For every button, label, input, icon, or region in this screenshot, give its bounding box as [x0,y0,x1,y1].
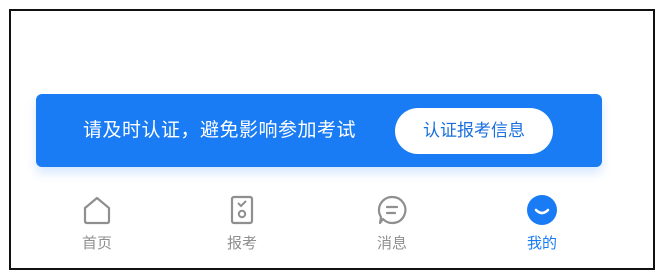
verify-registration-button[interactable]: 认证报考信息 [395,108,553,154]
profile-icon [527,195,557,225]
tab-registration[interactable]: 报考 [202,193,282,263]
verification-banner: 请及时认证，避免影响参加考试 认证报考信息 [36,94,602,167]
exam-form-icon [230,195,254,225]
home-icon [83,196,111,225]
screen-frame: 请及时认证，避免影响参加考试 认证报考信息 首页 报考 消息 我的 [9,9,655,270]
bottom-tab-bar: 首页 报考 消息 我的 [11,187,653,268]
tab-profile-label: 我的 [526,234,557,252]
tab-profile[interactable]: 我的 [502,193,582,263]
message-icon [377,195,407,225]
tab-registration-label: 报考 [226,234,257,252]
banner-message: 请及时认证，避免影响参加考试 [83,119,357,141]
tab-home-label: 首页 [81,234,112,252]
tab-messages-label: 消息 [376,234,407,252]
tab-messages[interactable]: 消息 [352,193,432,263]
tab-home[interactable]: 首页 [57,193,137,263]
